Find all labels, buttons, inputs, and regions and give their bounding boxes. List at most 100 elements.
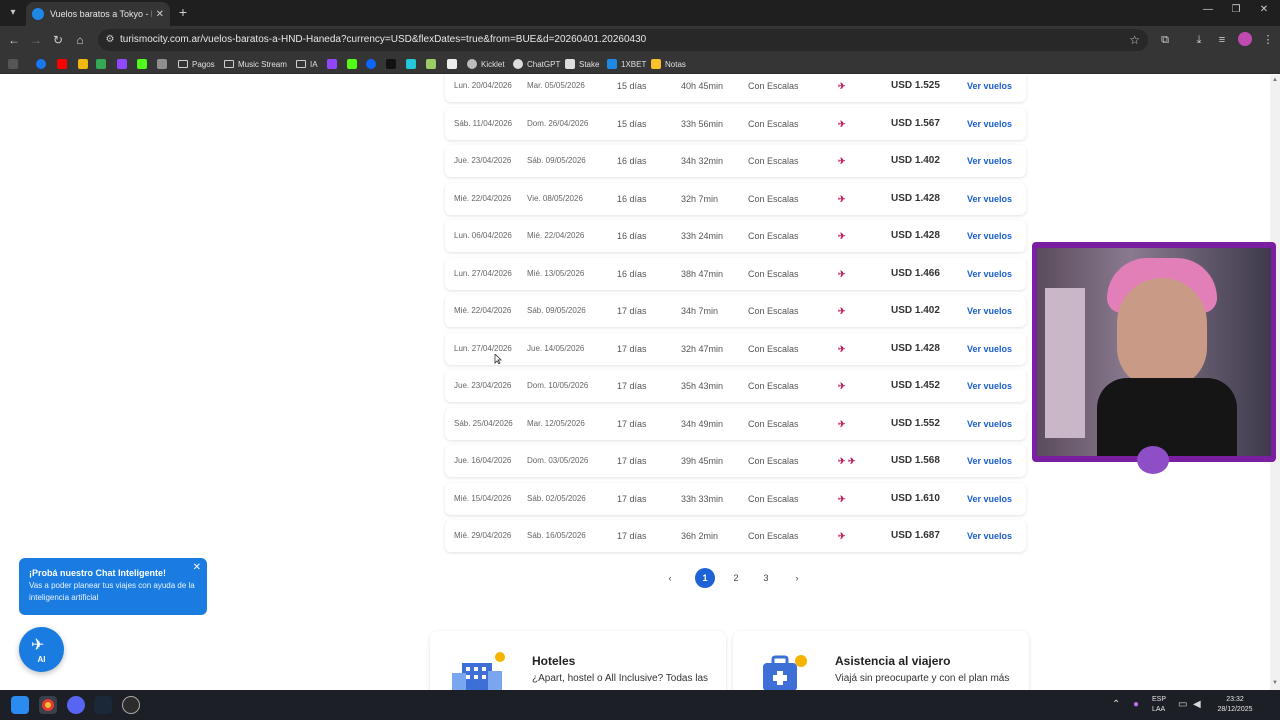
page-1-button[interactable]: 1	[695, 568, 715, 588]
ver-vuelos-link[interactable]: Ver vuelos	[967, 145, 1012, 177]
windows-start-icon[interactable]	[11, 696, 29, 714]
ver-vuelos-link[interactable]: Ver vuelos	[967, 220, 1012, 252]
back-icon[interactable]: ←	[6, 32, 22, 48]
window-close-icon[interactable]: ✕	[1254, 4, 1274, 15]
flight-result-row[interactable]: Sáb. 11/04/2026 Dom. 26/04/2026 15 días 33h…	[445, 107, 1026, 140]
facebook-icon[interactable]	[36, 57, 50, 71]
ver-vuelos-link[interactable]: Ver vuelos	[967, 520, 1012, 552]
twitch-icon[interactable]	[117, 57, 131, 71]
tab-close-icon[interactable]: ✕	[156, 9, 164, 20]
bookmark-icon[interactable]	[406, 57, 420, 71]
network-icon[interactable]: ▭	[1178, 699, 1187, 710]
prev-page-icon[interactable]: ‹	[660, 568, 680, 588]
hotels-card[interactable]: Hoteles ¿Apart, hostel o All Inclusive? …	[430, 631, 726, 690]
apps-icon[interactable]	[8, 57, 22, 71]
home-icon[interactable]: ⌂	[72, 32, 88, 48]
ver-vuelos-link[interactable]: Ver vuelos	[967, 108, 1012, 140]
chat-promo-bubble[interactable]: ¡Probá nuestro Chat Inteligente! Vas a p…	[19, 558, 207, 615]
bookmark-label: Kicklet	[481, 59, 505, 69]
ver-vuelos-link[interactable]: Ver vuelos	[967, 370, 1012, 402]
extensions-icon[interactable]: ⧉	[1157, 32, 1173, 48]
meta-icon[interactable]	[366, 57, 380, 71]
scroll-down-icon[interactable]: ▼	[1271, 680, 1279, 688]
language-indicator[interactable]: ESP	[1152, 696, 1166, 703]
bookmark-folder-ia[interactable]: IA	[296, 57, 318, 71]
trip-length: 17 días	[617, 531, 647, 541]
ver-vuelos-link[interactable]: Ver vuelos	[967, 183, 1012, 215]
flight-result-row[interactable]: Lun. 27/04/2026 Mié. 13/05/2026 16 días 38h…	[445, 257, 1026, 290]
address-bar[interactable]: ⚙ turismocity.com.ar/vuelos-baratos-a-HN…	[98, 29, 1148, 51]
twitch-icon[interactable]	[327, 57, 341, 71]
card-description: ¿Apart, hostel o All Inclusive? Todas la…	[532, 673, 709, 684]
profile-avatar[interactable]	[1238, 32, 1252, 46]
bookmark-folder-music-stream[interactable]: Music Stream	[224, 57, 287, 71]
next-page-icon[interactable]: ›	[787, 568, 807, 588]
flight-result-row[interactable]: Jue. 23/04/2026 Sáb. 09/05/2026 16 días 34h…	[445, 145, 1026, 177]
maximize-icon[interactable]: ❐	[1226, 4, 1246, 15]
reload-icon[interactable]: ↻	[50, 32, 66, 48]
drive-icon[interactable]	[96, 57, 110, 71]
tab-search-icon[interactable]: ▾	[4, 4, 22, 22]
clock-date[interactable]: 28/12/2025	[1214, 706, 1256, 713]
flight-result-row[interactable]: Mié. 29/04/2026 Sáb. 16/05/2026 17 días 36h…	[445, 520, 1026, 552]
discord-taskbar-icon[interactable]	[67, 696, 85, 714]
url-text[interactable]: turismocity.com.ar/vuelos-baratos-a-HND-…	[120, 34, 646, 45]
ai-chat-button[interactable]: ✈ AI	[19, 627, 64, 672]
flight-result-row[interactable]: Jue. 23/04/2026 Dom. 10/05/2026 17 días 35h…	[445, 370, 1026, 402]
new-tab-icon[interactable]: +	[176, 4, 190, 20]
ver-vuelos-link[interactable]: Ver vuelos	[967, 483, 1012, 515]
steam-taskbar-icon[interactable]	[94, 696, 112, 714]
scroll-up-icon[interactable]: ▲	[1271, 77, 1279, 85]
tray-overflow-icon[interactable]: ⌃	[1112, 699, 1120, 710]
departure-date: Jue. 16/04/2026	[454, 456, 512, 465]
kick-icon[interactable]	[347, 57, 361, 71]
volume-icon[interactable]: ◀	[1193, 699, 1201, 710]
more-menu-icon[interactable]: ⋮	[1260, 32, 1276, 48]
flight-result-row[interactable]: Mié. 15/04/2026 Sáb. 02/05/2026 17 días 33h…	[445, 482, 1026, 515]
bookmark-kicklet[interactable]: Kicklet	[467, 57, 505, 71]
flight-result-row[interactable]: Jue. 16/04/2026 Dom. 03/05/2026 17 días 39h…	[445, 445, 1026, 477]
flight-result-row[interactable]: Lun. 27/04/2026 Jue. 14/05/2026 17 días 32h…	[445, 332, 1026, 365]
bookmark-folder-pagos[interactable]: Pagos	[178, 57, 215, 71]
page-2-button[interactable]: 2	[726, 568, 746, 588]
bookmark-icon[interactable]	[447, 57, 461, 71]
close-icon[interactable]: ✕	[193, 562, 201, 573]
keyboard-layout[interactable]: LAA	[1152, 706, 1165, 713]
media-control-icon[interactable]: ≡	[1214, 32, 1230, 48]
ver-vuelos-link[interactable]: Ver vuelos	[967, 75, 1012, 102]
tiktok-icon[interactable]	[386, 57, 400, 71]
gallery-icon[interactable]	[157, 57, 171, 71]
clock-time[interactable]: 23:32	[1214, 696, 1256, 703]
ver-vuelos-link[interactable]: Ver vuelos	[967, 258, 1012, 290]
chrome-taskbar-icon[interactable]	[39, 696, 57, 714]
youtube-icon[interactable]	[57, 57, 71, 71]
minimize-icon[interactable]: —	[1198, 4, 1218, 15]
browser-tab[interactable]: Vuelos baratos a Tokyo - Desde ✕	[26, 2, 170, 26]
flight-result-row[interactable]: Lun. 06/04/2026 Mié. 22/04/2026 16 días 33h…	[445, 220, 1026, 252]
binance-icon[interactable]	[78, 57, 92, 71]
ver-vuelos-link[interactable]: Ver vuelos	[967, 445, 1012, 477]
bookmark-chatgpt[interactable]: ChatGPT	[513, 57, 560, 71]
bookmark-notas[interactable]: Notas	[651, 57, 686, 71]
page-3-button[interactable]: 3	[756, 568, 776, 588]
kick-icon[interactable]	[137, 57, 151, 71]
flight-result-row[interactable]: Mié. 22/04/2026 Sáb. 09/05/2026 17 días 34h…	[445, 295, 1026, 327]
bookmark-star-icon[interactable]: ☆	[1129, 33, 1140, 47]
ver-vuelos-link[interactable]: Ver vuelos	[967, 295, 1012, 327]
flight-result-row[interactable]: Lun. 20/04/2026 Mar. 05/05/2026 15 días 40h…	[445, 75, 1026, 102]
microphone-icon[interactable]: ●	[1133, 699, 1139, 710]
ver-vuelos-link[interactable]: Ver vuelos	[967, 408, 1012, 440]
downloads-icon[interactable]: ⤓	[1191, 32, 1207, 48]
bookmark-icon[interactable]	[426, 57, 440, 71]
ver-vuelos-link[interactable]: Ver vuelos	[967, 333, 1012, 365]
trip-length: 17 días	[617, 306, 647, 316]
flight-result-row[interactable]: Mié. 22/04/2026 Vie. 08/05/2026 16 días 32h…	[445, 182, 1026, 215]
app-taskbar-icon[interactable]	[122, 696, 140, 714]
flight-result-row[interactable]: Sáb. 25/04/2026 Mar. 12/05/2026 17 días 34h…	[445, 407, 1026, 440]
ai-label: AI	[37, 655, 46, 664]
bookmark-stake[interactable]: Stake	[565, 57, 599, 71]
bookmark-1xbet[interactable]: 1XBET	[607, 57, 646, 71]
travel-assistance-card[interactable]: Asistencia al viajero Viajá sin preocupa…	[733, 631, 1029, 690]
site-info-icon[interactable]: ⚙	[104, 34, 116, 46]
forward-icon[interactable]: →	[28, 32, 44, 48]
